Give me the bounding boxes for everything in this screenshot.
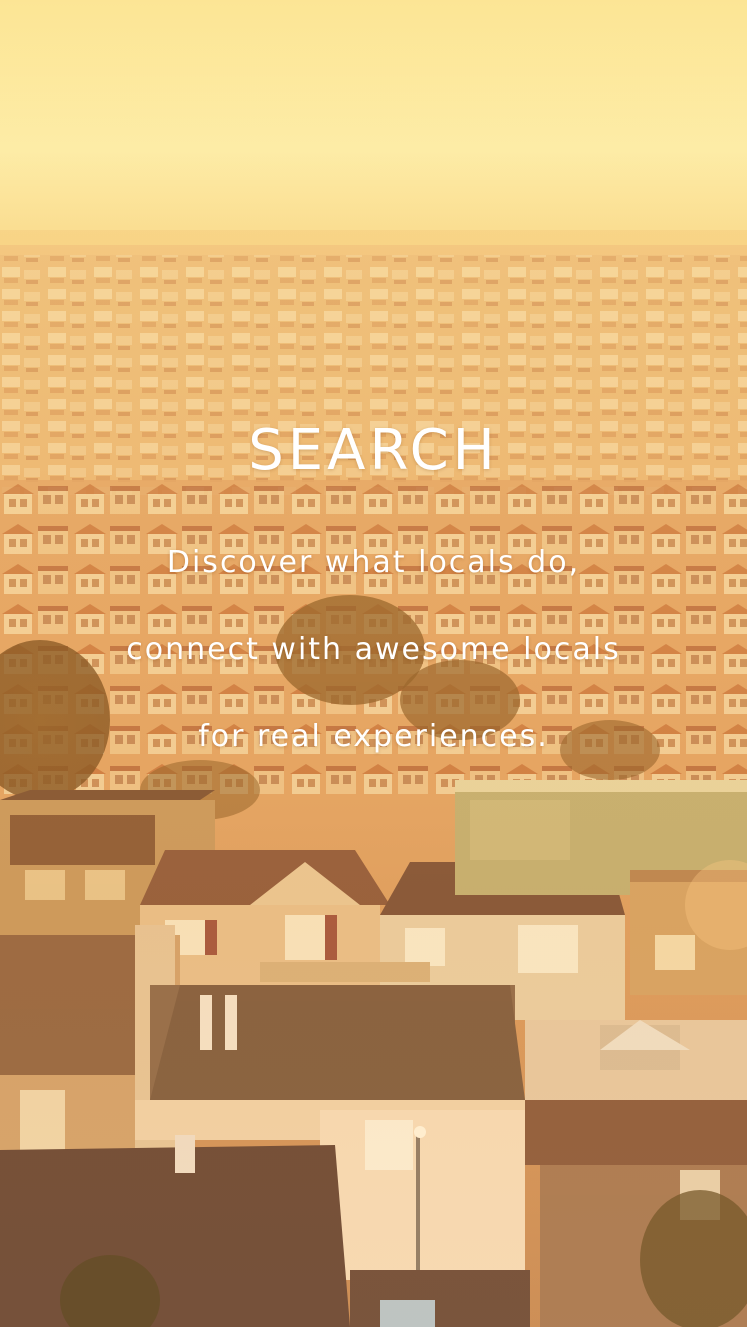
subtitle-line: for real experiences. <box>198 719 549 754</box>
intro-content: SEARCH Discover what locals do, connect … <box>0 0 747 1327</box>
subtitle-line: connect with awesome locals <box>126 632 621 667</box>
subtitle-line: Discover what locals do, <box>166 545 581 580</box>
screen-title: SEARCH <box>248 418 499 483</box>
onboarding-screen: SEARCH Discover what locals do, connect … <box>0 0 747 1327</box>
